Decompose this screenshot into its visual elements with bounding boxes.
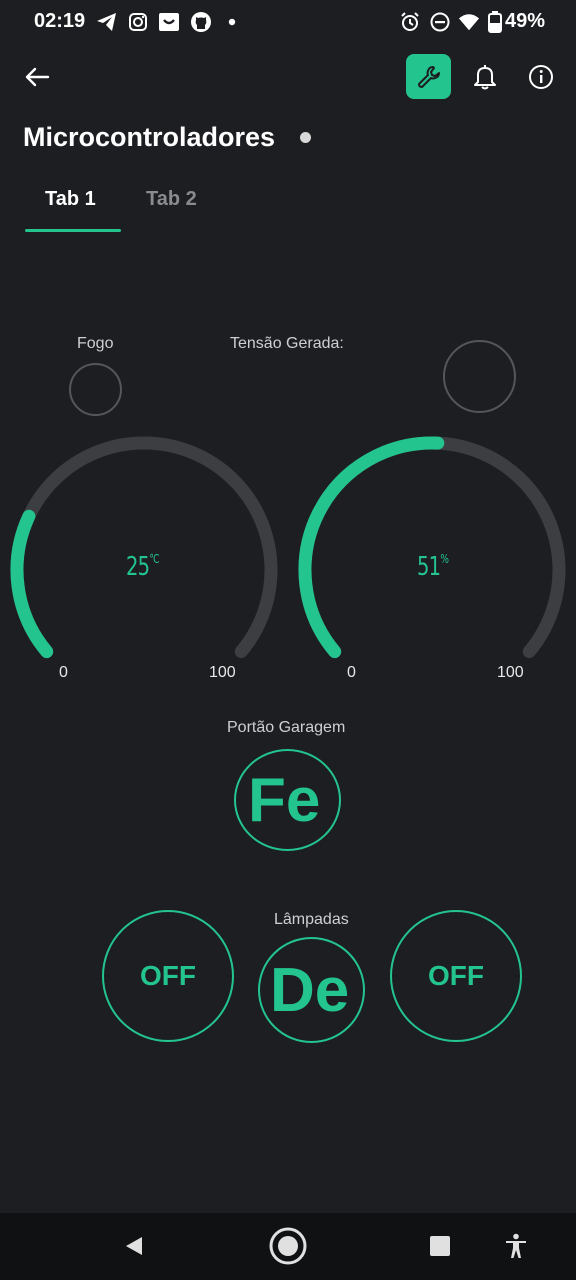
lampadas-label: Lâmpadas <box>274 911 349 928</box>
bell-icon[interactable] <box>470 61 500 93</box>
nav-recents-icon[interactable] <box>424 1230 456 1262</box>
lampada-1-button[interactable]: OFF <box>102 910 234 1042</box>
portao-label: Portão Garagem <box>227 719 346 736</box>
page-title: Microcontroladores <box>23 122 276 152</box>
tab-1[interactable]: Tab 1 <box>45 188 96 211</box>
tab-2[interactable]: Tab 2 <box>146 188 197 211</box>
gauge-percent-value: 51% <box>417 552 449 582</box>
nav-home-icon[interactable] <box>266 1224 310 1268</box>
gauge-percent-min: 0 <box>347 664 356 681</box>
gauge-percent-fill <box>298 436 445 659</box>
gauge-temp-min: 0 <box>59 664 68 681</box>
shop-icon <box>158 11 180 33</box>
info-icon[interactable] <box>527 63 555 91</box>
gauges-area <box>10 436 566 659</box>
dnd-icon <box>429 11 451 33</box>
github-icon <box>190 11 212 33</box>
gauge-temp-value: 25°C <box>126 552 159 582</box>
gauge-temp-fill <box>10 509 54 659</box>
lampada-2-button[interactable]: De <box>258 937 365 1043</box>
back-arrow-icon[interactable] <box>20 60 54 94</box>
status-time: 02:19 <box>34 10 86 32</box>
wifi-icon <box>458 11 480 33</box>
alarm-icon <box>399 11 421 33</box>
tensao-label: Tensão Gerada: <box>230 335 344 352</box>
fogo-led <box>69 363 122 416</box>
gauge-temp-track <box>10 436 278 659</box>
telegram-icon <box>96 11 118 33</box>
portao-button[interactable]: Fe <box>234 749 341 851</box>
lampada-3-button[interactable]: OFF <box>390 910 522 1042</box>
device-status-dot <box>300 132 311 143</box>
wrench-icon[interactable] <box>406 54 451 99</box>
accessibility-icon[interactable] <box>500 1230 532 1262</box>
gauge-temp-max: 100 <box>209 664 236 681</box>
dot-icon <box>221 11 243 33</box>
gauge-percent-max: 100 <box>497 664 524 681</box>
tensao-led <box>443 340 516 413</box>
battery-level: 49% <box>505 10 546 32</box>
fogo-label: Fogo <box>77 335 114 352</box>
instagram-icon <box>127 11 149 33</box>
nav-back-icon[interactable] <box>118 1230 150 1262</box>
battery-icon <box>484 11 506 33</box>
active-tab-indicator <box>25 229 121 232</box>
